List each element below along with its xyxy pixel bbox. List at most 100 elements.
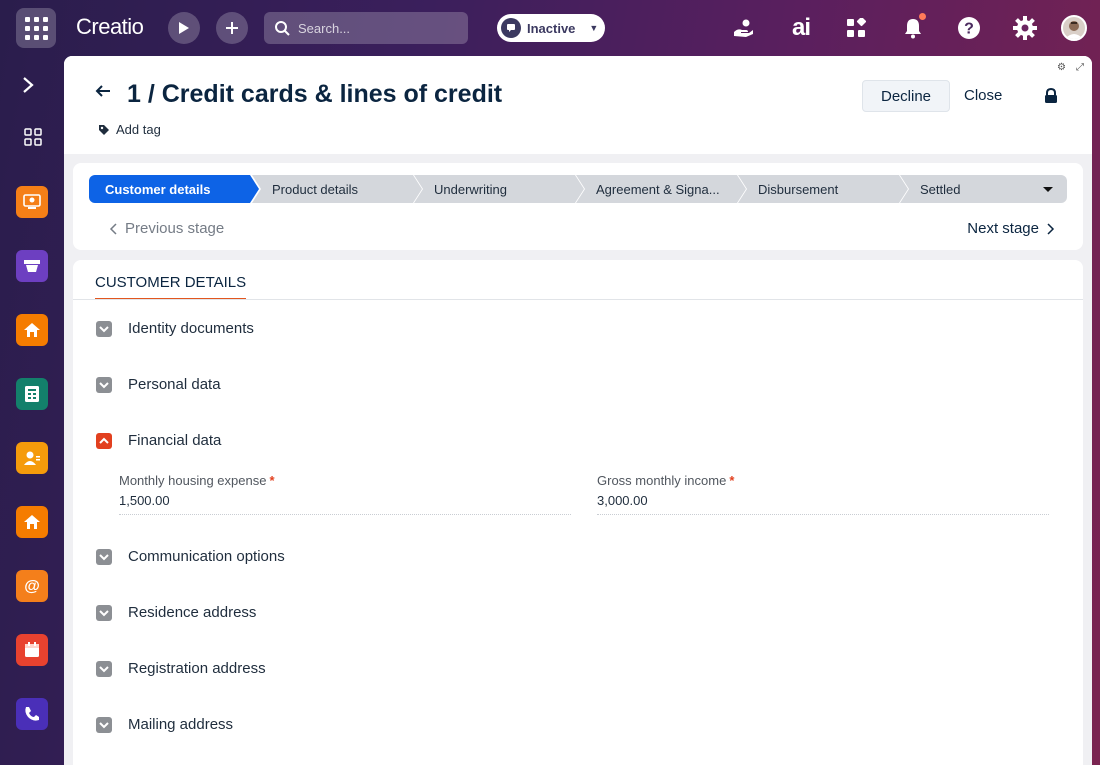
decline-button[interactable]: Decline	[862, 80, 950, 112]
tab-customer-details[interactable]: CUSTOMER DETAILS	[95, 274, 247, 300]
page-title: 1 / Credit cards & lines of credit	[127, 80, 503, 108]
help-icon: ?	[958, 17, 980, 39]
run-process-button[interactable]	[168, 12, 200, 44]
section-personal-data[interactable]: Personal data	[96, 376, 221, 393]
section-label: Personal data	[128, 376, 221, 393]
marketing-app-icon[interactable]	[16, 250, 48, 282]
chevron-down-icon[interactable]	[96, 548, 112, 565]
ai-assistant-button[interactable]: ai	[787, 14, 815, 42]
section-label: Identity documents	[128, 320, 254, 337]
chevron-right-icon	[23, 77, 34, 93]
next-stage-button[interactable]: Next stage	[967, 220, 1055, 237]
stage-customer-details[interactable]: Customer details	[89, 175, 259, 203]
status-label: Inactive	[527, 20, 576, 36]
global-search[interactable]	[264, 12, 468, 44]
arrow-left-icon	[95, 85, 110, 97]
stage-progress-bar: Customer details Product details Underwr…	[89, 175, 1067, 203]
gear-small-icon[interactable]: ⚙	[1057, 62, 1066, 73]
chevron-up-icon[interactable]	[96, 432, 112, 449]
top-bar: Creatio Inactive ▼ ai ?	[0, 0, 1100, 56]
record-page: ⚙ ⤢ 1 / Credit cards & lines of credit A…	[64, 56, 1092, 765]
section-communication-options[interactable]: Communication options	[96, 548, 285, 565]
search-input[interactable]	[298, 20, 448, 36]
phone-app-icon[interactable]	[16, 698, 48, 730]
plus-icon	[226, 22, 238, 34]
field-label: Monthly housing expense *	[119, 473, 275, 488]
notifications-button[interactable]	[899, 13, 927, 42]
grid-icon	[24, 128, 42, 146]
section-label: Mailing address	[128, 716, 234, 733]
svg-text:@: @	[24, 578, 40, 595]
stage-underwriting[interactable]: Underwriting	[414, 175, 584, 203]
stage-agreement-signature[interactable]: Agreement & Signa...	[576, 175, 746, 203]
studio-button[interactable]	[842, 14, 870, 42]
required-mark: *	[729, 473, 735, 488]
users-app-icon[interactable]	[16, 442, 48, 474]
all-apps-button[interactable]	[24, 128, 42, 151]
notification-dot	[919, 13, 926, 20]
chevron-down-icon[interactable]	[96, 660, 112, 677]
app-launcher-button[interactable]	[16, 8, 56, 48]
accounting-app-icon[interactable]	[16, 378, 48, 410]
stage-disbursement[interactable]: Disbursement	[738, 175, 908, 203]
close-button[interactable]: Close	[964, 87, 1002, 104]
corner-tools: ⚙ ⤢	[1057, 62, 1084, 73]
gross-monthly-income-field[interactable]: Gross monthly income * 3,000.00	[597, 473, 1049, 515]
user-avatar[interactable]	[1061, 15, 1087, 41]
section-label: Registration address	[128, 660, 266, 677]
add-tag-button[interactable]: Add tag	[98, 122, 161, 137]
section-registration-address[interactable]: Registration address	[96, 660, 266, 677]
bell-icon	[905, 19, 921, 39]
help-button[interactable]: ?	[955, 14, 983, 42]
gear-icon	[1013, 16, 1037, 40]
email-app-icon[interactable]: @	[16, 570, 48, 602]
add-tag-label: Add tag	[116, 122, 161, 137]
lock-icon[interactable]	[1044, 87, 1058, 109]
calendar-app-icon[interactable]	[16, 634, 48, 666]
stage-panel: Customer details Product details Underwr…	[73, 163, 1083, 250]
field-value[interactable]: 3,000.00	[597, 493, 1049, 515]
section-residence-address[interactable]: Residence address	[96, 604, 256, 621]
tab-divider	[73, 299, 1083, 300]
monthly-housing-expense-field[interactable]: Monthly housing expense * 1,500.00	[119, 473, 571, 515]
tag-icon	[99, 124, 109, 135]
contacts-app-icon[interactable]	[16, 186, 48, 218]
caret-down-icon	[1043, 187, 1053, 192]
section-identity-documents[interactable]: Identity documents	[96, 320, 254, 337]
chat-bubble-icon	[501, 18, 521, 38]
field-value[interactable]: 1,500.00	[119, 493, 571, 515]
chevron-down-icon[interactable]	[96, 376, 112, 393]
section-label: Financial data	[128, 432, 222, 449]
chevron-down-icon[interactable]	[96, 604, 112, 621]
back-button[interactable]	[95, 84, 111, 103]
home-app-icon[interactable]	[16, 314, 48, 346]
stage-settled[interactable]: Settled	[900, 175, 1067, 203]
search-icon	[275, 21, 290, 36]
status-dropdown[interactable]: Inactive ▼	[497, 14, 605, 42]
chevron-down-icon: ▼	[589, 23, 599, 33]
previous-stage-button[interactable]: Previous stage	[109, 220, 224, 237]
required-mark: *	[269, 473, 275, 488]
chevron-down-icon[interactable]	[96, 716, 112, 733]
creatio-logo: Creatio	[76, 14, 144, 39]
create-new-button[interactable]	[216, 12, 248, 44]
expand-sidebar-button[interactable]	[22, 76, 34, 99]
page-header: ⚙ ⤢ 1 / Credit cards & lines of credit A…	[64, 56, 1092, 154]
play-icon	[179, 22, 189, 34]
home2-app-icon[interactable]	[16, 506, 48, 538]
handshake-icon	[734, 19, 753, 37]
details-panel: CUSTOMER DETAILS Identity documents Pers…	[73, 260, 1083, 765]
section-mailing-address[interactable]: Mailing address	[96, 716, 233, 733]
chevron-down-icon[interactable]	[96, 320, 112, 337]
left-rail: @	[0, 56, 64, 765]
field-label: Gross monthly income *	[597, 473, 735, 488]
svg-text:?: ?	[964, 21, 974, 38]
chevron-left-icon	[109, 222, 117, 235]
section-financial-data[interactable]: Financial data	[96, 432, 221, 449]
settings-button[interactable]	[1011, 14, 1039, 42]
communication-panel-button[interactable]	[729, 14, 757, 42]
section-label: Residence address	[128, 604, 257, 621]
chevron-right-icon	[1047, 222, 1055, 235]
stage-product-details[interactable]: Product details	[252, 175, 422, 203]
expand-icon[interactable]: ⤢	[1076, 62, 1084, 73]
